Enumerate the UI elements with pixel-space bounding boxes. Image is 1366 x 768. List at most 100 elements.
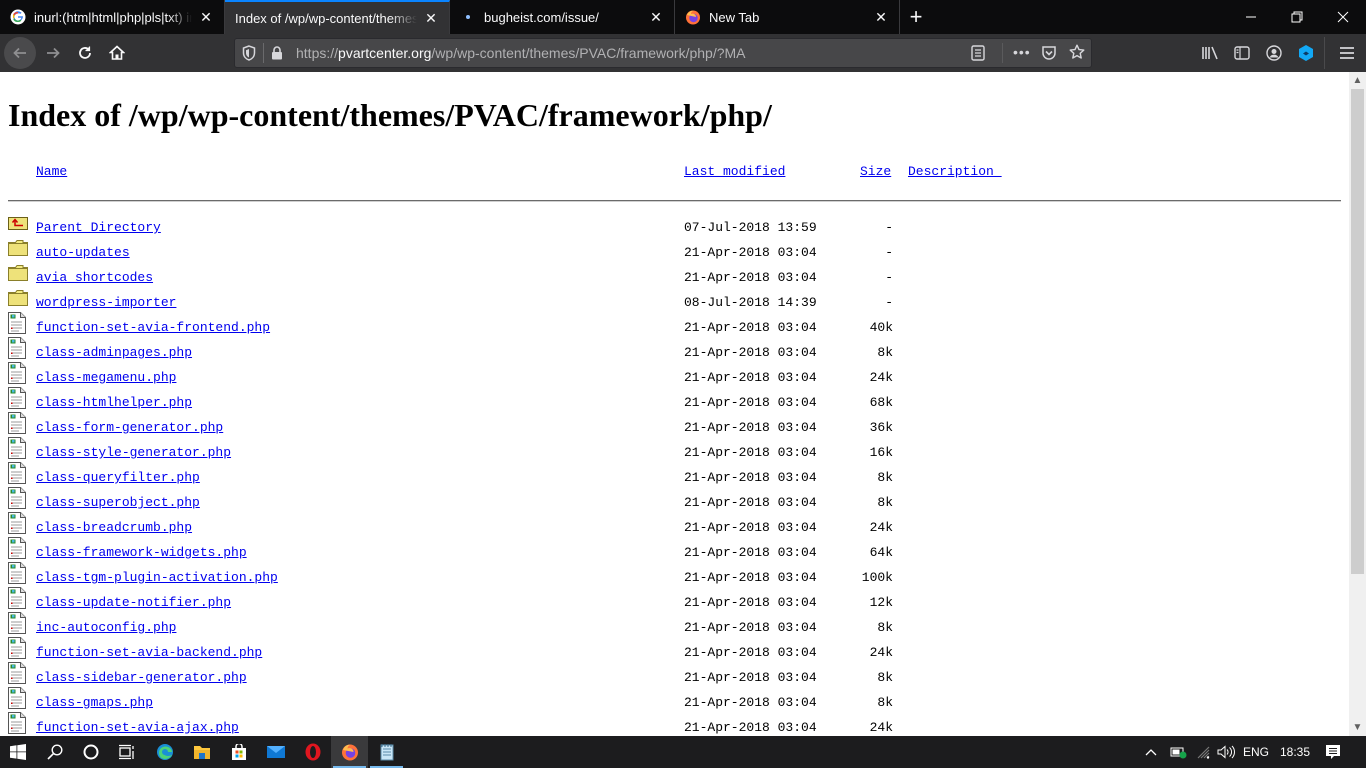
entry-last-modified: 21-Apr-2018 03:04 — [684, 370, 817, 385]
url-scheme: https:// — [296, 45, 339, 61]
entry-name-link[interactable]: class-sidebar-generator.php — [36, 670, 247, 685]
sidebar-toggle-icon[interactable] — [1226, 34, 1258, 72]
tab-new-tab[interactable]: New Tab ✕ — [675, 0, 900, 34]
php-file-icon — [8, 362, 28, 384]
php-file-icon — [8, 537, 28, 559]
extension-icon[interactable] — [1290, 34, 1322, 72]
sort-by-name-link[interactable]: Name — [36, 164, 67, 179]
entry-name-link[interactable]: avia_shortcodes — [36, 270, 153, 285]
entry-name-link[interactable]: inc-autoconfig.php — [36, 620, 176, 635]
sort-by-size-link[interactable]: Size — [860, 164, 891, 179]
opera-icon[interactable] — [294, 736, 331, 768]
tab-bugheist[interactable]: bugheist.com/issue/ ✕ — [450, 0, 675, 34]
battery-icon[interactable] — [1170, 736, 1188, 768]
windows-taskbar: ENG 18:35 — [0, 736, 1366, 768]
page-actions-icon[interactable]: ••• — [1013, 44, 1031, 60]
action-center-icon[interactable] — [1325, 736, 1341, 768]
entry-name-link[interactable]: class-framework-widgets.php — [36, 545, 247, 560]
pocket-icon[interactable] — [1041, 45, 1057, 66]
clock[interactable]: 18:35 — [1280, 736, 1310, 768]
home-button[interactable] — [101, 37, 133, 69]
entry-name-link[interactable]: Parent Directory — [36, 220, 161, 235]
scrollbar-thumb[interactable] — [1351, 89, 1364, 574]
parent-directory-icon — [8, 212, 28, 234]
mail-icon[interactable] — [257, 736, 294, 768]
entry-name-link[interactable]: class-update-notifier.php — [36, 595, 231, 610]
entry-name-link[interactable]: class-megamenu.php — [36, 370, 176, 385]
entry-name-link[interactable]: function-set-avia-frontend.php — [36, 320, 270, 335]
entry-name-link[interactable]: class-tgm-plugin-activation.php — [36, 570, 278, 585]
store-icon[interactable] — [220, 736, 257, 768]
entry-last-modified: 21-Apr-2018 03:04 — [684, 670, 817, 685]
forward-button[interactable] — [37, 37, 69, 69]
header-divider — [8, 200, 1341, 202]
entry-size: 24k — [869, 720, 893, 735]
entry-last-modified: 21-Apr-2018 03:04 — [684, 545, 817, 560]
page-title: Index of /wp/wp-content/themes/PVAC/fram… — [8, 97, 772, 133]
close-tab-icon[interactable]: ✕ — [198, 9, 214, 25]
url-bar[interactable]: https://pvartcenter.org/wp/wp-content/th… — [234, 38, 1092, 68]
entry-name-link[interactable]: wordpress-importer — [36, 295, 176, 310]
file-row: function-set-avia-frontend.php 21-Apr-201… — [8, 312, 1341, 337]
hamburger-menu-icon[interactable] — [1331, 34, 1363, 72]
reader-view-icon[interactable] — [971, 45, 985, 66]
directory-listing-page: Index of /wp/wp-content/themes/PVAC/fram… — [8, 72, 1341, 735]
tab-index-listing[interactable]: Index of /wp/wp-content/themes/PVAC/fram… — [225, 0, 450, 34]
folder-row: avia_shortcodes 21-Apr-2018 03:04 - — [8, 262, 1341, 287]
entry-name-link[interactable]: function-set-avia-backend.php — [36, 645, 262, 660]
tab-title: inurl:(htm|html|php|pls|txt) intitle:ind… — [34, 9, 192, 25]
restore-button[interactable] — [1274, 0, 1320, 34]
edge-icon[interactable] — [146, 736, 183, 768]
close-tab-icon[interactable]: ✕ — [423, 10, 439, 26]
sort-by-description-link[interactable]: Description — [908, 164, 1002, 179]
tab-google-search[interactable]: inurl:(htm|html|php|pls|txt) intitle:ind… — [0, 0, 225, 34]
reload-button[interactable] — [69, 37, 101, 69]
listing-rows: Parent Directory 07-Jul-2018 13:59- auto-u… — [8, 212, 1341, 736]
entry-name-link[interactable]: class-htmlhelper.php — [36, 395, 192, 410]
account-icon[interactable] — [1258, 34, 1290, 72]
search-icon[interactable] — [36, 736, 73, 768]
language-indicator[interactable]: ENG — [1243, 736, 1269, 768]
entry-name-link[interactable]: class-form-generator.php — [36, 420, 223, 435]
folder-icon — [8, 237, 28, 259]
listing-header: Name Last modified Size Description — [8, 164, 1341, 184]
tracking-protection-icon[interactable] — [235, 45, 263, 61]
start-icon[interactable] — [0, 736, 36, 768]
url-text[interactable]: https://pvartcenter.org/wp/wp-content/th… — [296, 45, 746, 61]
close-tab-icon[interactable]: ✕ — [873, 9, 889, 25]
entry-name-link[interactable]: class-superobject.php — [36, 495, 200, 510]
php-file-icon — [8, 587, 28, 609]
notepad-icon[interactable] — [368, 736, 405, 768]
task-view-icon[interactable] — [108, 736, 145, 768]
entry-size: 68k — [869, 395, 893, 410]
vertical-scrollbar[interactable]: ▲ ▼ — [1349, 72, 1366, 736]
library-icon[interactable] — [1194, 34, 1226, 72]
lock-icon[interactable] — [264, 46, 290, 60]
entry-last-modified: 21-Apr-2018 03:04 — [684, 245, 817, 260]
cortana-icon[interactable] — [72, 736, 109, 768]
entry-name-link[interactable]: class-queryfilter.php — [36, 470, 200, 485]
entry-name-link[interactable]: class-adminpages.php — [36, 345, 192, 360]
scroll-up-arrow-icon[interactable]: ▲ — [1349, 72, 1366, 89]
show-hidden-icons-icon[interactable] — [1144, 736, 1158, 768]
close-tab-icon[interactable]: ✕ — [648, 9, 664, 25]
close-window-button[interactable] — [1320, 0, 1366, 34]
entry-name-link[interactable]: auto-updates — [36, 245, 130, 260]
entry-last-modified: 21-Apr-2018 03:04 — [684, 620, 817, 635]
file-explorer-icon[interactable] — [183, 736, 220, 768]
entry-name-link[interactable]: class-breadcrumb.php — [36, 520, 192, 535]
wifi-icon[interactable] — [1196, 736, 1212, 768]
bookmark-star-icon[interactable] — [1069, 44, 1085, 65]
minimize-button[interactable] — [1228, 0, 1274, 34]
php-file-icon — [8, 662, 28, 684]
sort-by-last-modified-link[interactable]: Last modified — [684, 164, 785, 179]
entry-name-link[interactable]: class-style-generator.php — [36, 445, 231, 460]
entry-name-link[interactable]: function-set-avia-ajax.php — [36, 720, 239, 735]
back-button[interactable] — [4, 37, 36, 69]
volume-icon[interactable] — [1217, 736, 1235, 768]
new-tab-button[interactable]: + — [900, 0, 932, 34]
php-file-icon — [8, 712, 28, 734]
entry-name-link[interactable]: class-gmaps.php — [36, 695, 153, 710]
scroll-down-arrow-icon[interactable]: ▼ — [1349, 719, 1366, 736]
firefox-taskbar-icon[interactable] — [331, 736, 368, 768]
